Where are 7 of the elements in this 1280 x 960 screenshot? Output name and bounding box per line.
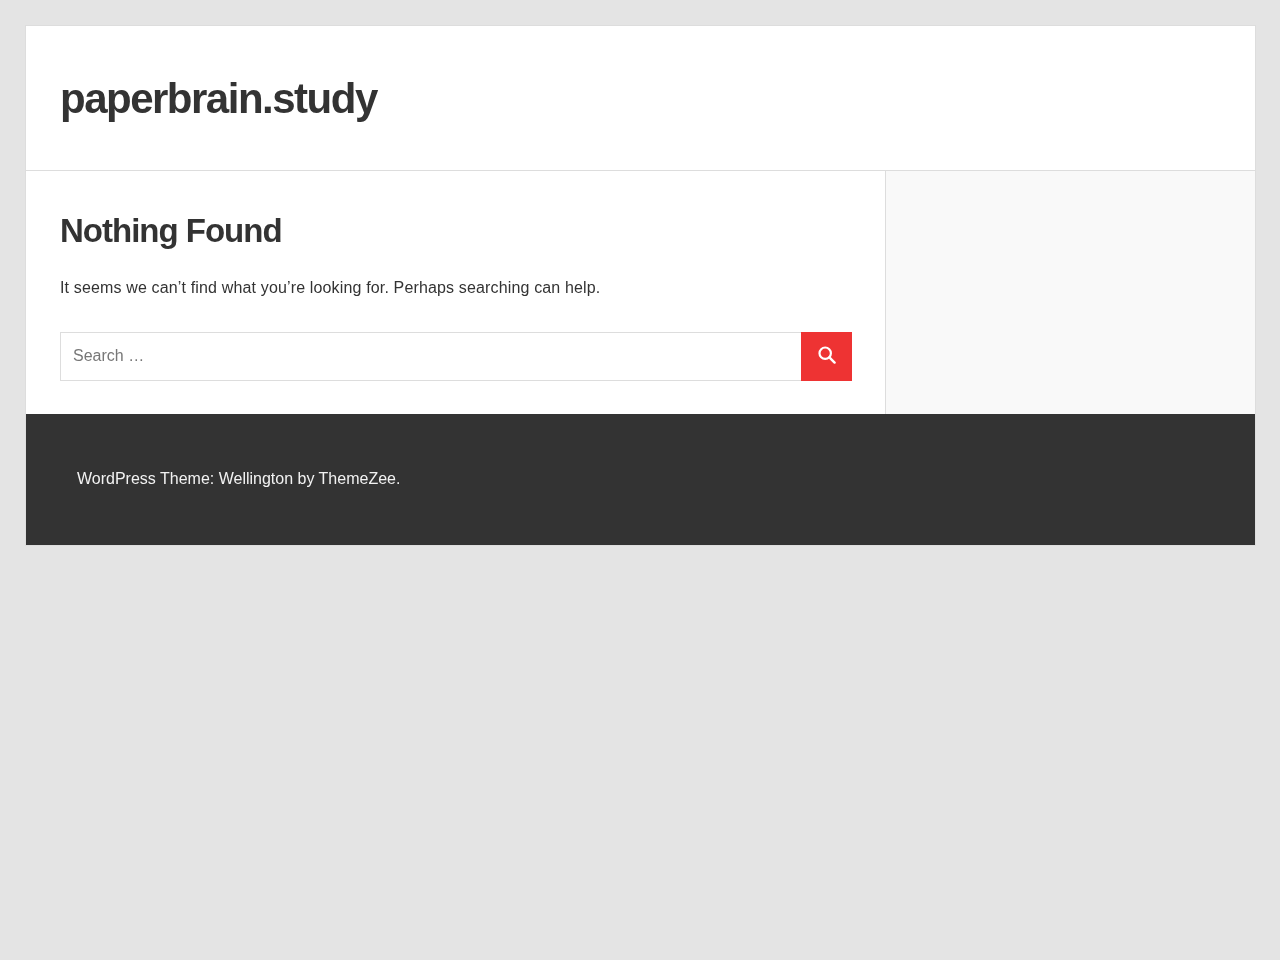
page-heading: Nothing Found <box>60 211 283 251</box>
search-icon <box>817 346 836 365</box>
search-field[interactable]: Search … <box>60 331 801 381</box>
site-title[interactable]: paperbrain.study <box>60 73 377 125</box>
footer-credit: WordPress Theme: Wellington by ThemeZee. <box>77 468 401 489</box>
no-results-message: It seems we can’t find what you’re looking for. Perhaps searching can help. <box>60 277 602 298</box>
search-button[interactable] <box>801 331 852 381</box>
